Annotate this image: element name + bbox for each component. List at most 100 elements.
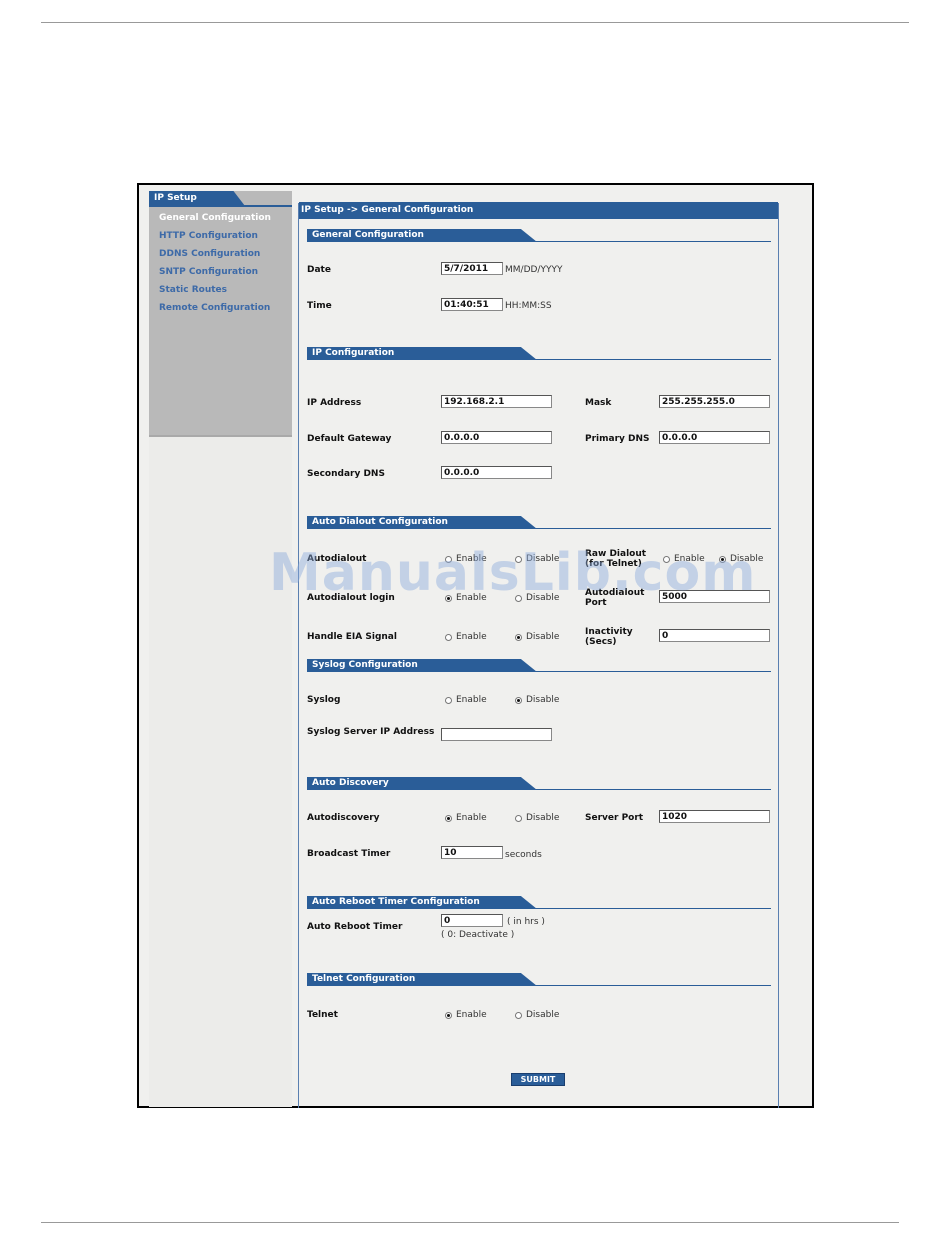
radio-label: Enable bbox=[456, 813, 487, 823]
autodiscovery-label: Autodiscovery bbox=[307, 813, 380, 823]
autodialout-port-input[interactable] bbox=[659, 590, 770, 603]
radio-dot bbox=[515, 814, 522, 822]
radio-label: Enable bbox=[456, 1010, 487, 1020]
section-line bbox=[307, 908, 771, 909]
radio-dot bbox=[445, 1011, 452, 1019]
section-title: Syslog Configuration bbox=[312, 660, 418, 670]
radio-label: Enable bbox=[456, 632, 487, 642]
radio-label: Disable bbox=[526, 695, 560, 705]
sidebar-item-remote-configuration[interactable]: Remote Configuration bbox=[159, 303, 270, 313]
radio-label: Disable bbox=[526, 632, 560, 642]
section-title: General Configuration bbox=[312, 230, 424, 240]
radio-dot bbox=[445, 696, 452, 704]
mask-input[interactable] bbox=[659, 395, 770, 408]
raw-dialout-disable-radio[interactable]: Disable bbox=[719, 554, 763, 564]
primary-dns-label: Primary DNS bbox=[585, 434, 650, 444]
section-line bbox=[307, 359, 771, 360]
radio-dot bbox=[445, 594, 452, 602]
radio-dot bbox=[515, 696, 522, 704]
inactivity-input[interactable] bbox=[659, 629, 770, 642]
breadcrumb: IP Setup -> General Configuration bbox=[301, 205, 474, 215]
autodiscovery-disable-radio[interactable]: Disable bbox=[515, 813, 559, 823]
main-right-border bbox=[778, 203, 779, 1108]
section-title: Auto Dialout Configuration bbox=[312, 517, 448, 527]
radio-dot bbox=[445, 814, 452, 822]
radio-dot bbox=[515, 555, 522, 563]
section-title: Telnet Configuration bbox=[312, 974, 416, 984]
bottom-rule bbox=[41, 1222, 899, 1223]
ip-address-label: IP Address bbox=[307, 398, 362, 408]
section-title: Auto Reboot Timer Configuration bbox=[312, 897, 480, 907]
inactivity-label: Inactivity (Secs) bbox=[585, 627, 633, 647]
telnet-enable-radio[interactable]: Enable bbox=[445, 1010, 487, 1020]
autodialout-login-disable-radio[interactable]: Disable bbox=[515, 593, 559, 603]
sidebar-item-general-configuration[interactable]: General Configuration bbox=[159, 213, 271, 223]
sidebar-tab[interactable]: IP Setup bbox=[149, 191, 245, 206]
ip-address-input[interactable] bbox=[441, 395, 552, 408]
handle-eia-signal-label: Handle EIA Signal bbox=[307, 632, 397, 642]
default-gateway-label: Default Gateway bbox=[307, 434, 392, 444]
top-rule bbox=[41, 22, 909, 23]
autodialout-port-label: Autodialout Port bbox=[585, 588, 645, 608]
radio-label: Enable bbox=[674, 554, 705, 564]
radio-label: Enable bbox=[456, 695, 487, 705]
time-label: Time bbox=[307, 301, 332, 311]
sidebar-item-static-routes[interactable]: Static Routes bbox=[159, 285, 227, 295]
radio-label: Enable bbox=[456, 554, 487, 564]
default-gateway-input[interactable] bbox=[441, 431, 552, 444]
eia-enable-radio[interactable]: Enable bbox=[445, 632, 487, 642]
auto-reboot-timer-input[interactable] bbox=[441, 914, 503, 927]
submit-button[interactable]: SUBMIT bbox=[511, 1073, 565, 1086]
server-port-label: Server Port bbox=[585, 813, 644, 823]
radio-label: Disable bbox=[526, 554, 560, 564]
syslog-disable-radio[interactable]: Disable bbox=[515, 695, 559, 705]
screenshot-frame: IP Setup General Configuration HTTP Conf… bbox=[137, 183, 814, 1108]
radio-label: Disable bbox=[730, 554, 764, 564]
raw-dialout-label: Raw Dialout (for Telnet) bbox=[585, 549, 647, 569]
radio-label: Disable bbox=[526, 1010, 560, 1020]
section-line bbox=[307, 789, 771, 790]
mask-label: Mask bbox=[585, 398, 612, 408]
broadcast-timer-input[interactable] bbox=[441, 846, 503, 859]
sidebar-tab-label: IP Setup bbox=[154, 193, 197, 203]
telnet-disable-radio[interactable]: Disable bbox=[515, 1010, 559, 1020]
secondary-dns-input[interactable] bbox=[441, 466, 552, 479]
radio-label: Disable bbox=[526, 593, 560, 603]
section-line bbox=[307, 985, 771, 986]
autodialout-enable-radio[interactable]: Enable bbox=[445, 554, 487, 564]
date-input[interactable] bbox=[441, 262, 503, 275]
time-input[interactable] bbox=[441, 298, 503, 311]
raw-dialout-enable-radio[interactable]: Enable bbox=[663, 554, 705, 564]
autodialout-label: Autodialout bbox=[307, 554, 367, 564]
autodialout-login-enable-radio[interactable]: Enable bbox=[445, 593, 487, 603]
section-title: Auto Discovery bbox=[312, 778, 389, 788]
radio-dot bbox=[515, 1011, 522, 1019]
autodiscovery-enable-radio[interactable]: Enable bbox=[445, 813, 487, 823]
radio-dot bbox=[663, 555, 670, 563]
sidebar-item-ddns-configuration[interactable]: DDNS Configuration bbox=[159, 249, 260, 259]
primary-dns-input[interactable] bbox=[659, 431, 770, 444]
section-line bbox=[307, 528, 771, 529]
auto-reboot-unit: ( in hrs ) bbox=[507, 917, 545, 927]
section-line bbox=[307, 671, 771, 672]
syslog-server-label: Syslog Server IP Address bbox=[307, 727, 435, 737]
sidebar-item-http-configuration[interactable]: HTTP Configuration bbox=[159, 231, 258, 241]
telnet-label: Telnet bbox=[307, 1010, 338, 1020]
autodialout-disable-radio[interactable]: Disable bbox=[515, 554, 559, 564]
secondary-dns-label: Secondary DNS bbox=[307, 469, 385, 479]
server-port-input[interactable] bbox=[659, 810, 770, 823]
sidebar-tab-underline bbox=[149, 205, 292, 207]
main-left-border bbox=[298, 203, 299, 1108]
radio-dot bbox=[515, 594, 522, 602]
syslog-server-input[interactable] bbox=[441, 728, 552, 741]
radio-label: Enable bbox=[456, 593, 487, 603]
syslog-enable-radio[interactable]: Enable bbox=[445, 695, 487, 705]
page-header: IP Setup -> General Configuration bbox=[299, 202, 778, 219]
eia-disable-radio[interactable]: Disable bbox=[515, 632, 559, 642]
date-format: MM/DD/YYYY bbox=[505, 265, 563, 275]
sidebar: IP Setup General Configuration HTTP Conf… bbox=[149, 191, 292, 437]
section-line bbox=[307, 241, 771, 242]
auto-reboot-note: ( 0: Deactivate ) bbox=[441, 930, 515, 940]
radio-dot bbox=[719, 555, 726, 563]
sidebar-item-sntp-configuration[interactable]: SNTP Configuration bbox=[159, 267, 258, 277]
